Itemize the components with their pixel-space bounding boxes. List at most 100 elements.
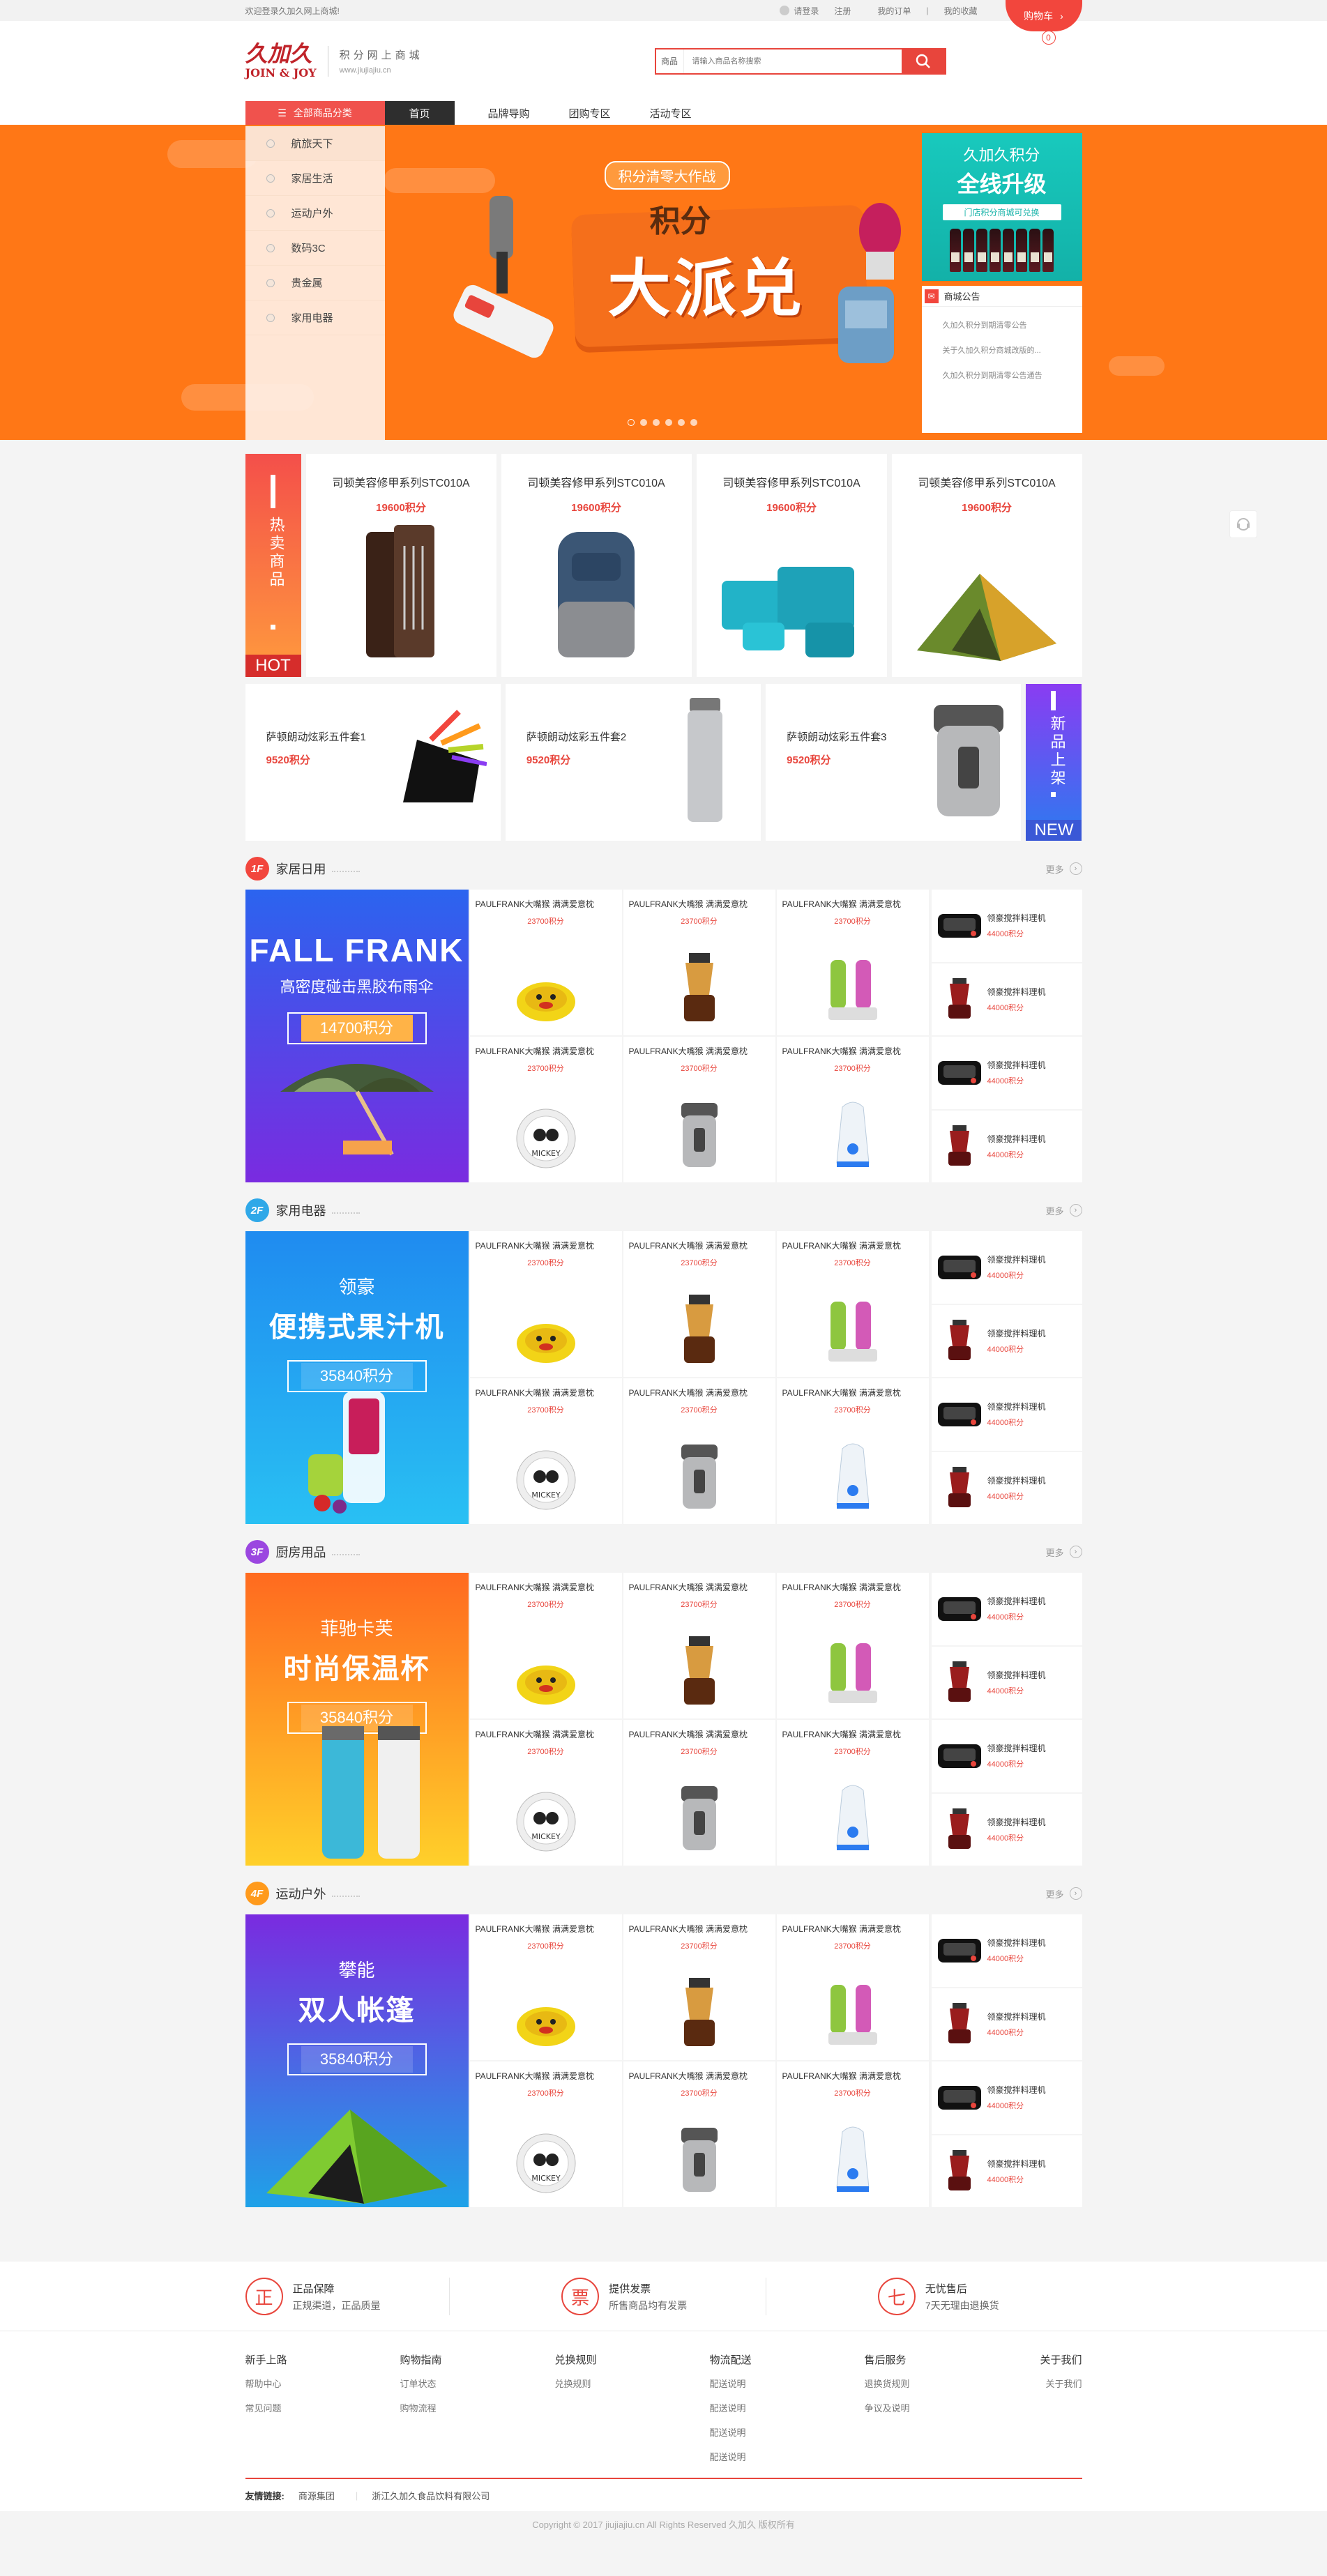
carousel-dot[interactable] — [690, 419, 697, 426]
grid-product[interactable]: PAULFRANK大嘴猴 满满爱意枕 23700积分 — [623, 2061, 775, 2207]
footer-link[interactable]: 订单状态 — [400, 2377, 555, 2390]
product-card[interactable]: 司顿美容修甲系列STC010A 19600积分 — [501, 454, 692, 677]
carousel-dot[interactable] — [665, 419, 672, 426]
grid-product[interactable]: PAULFRANK大嘴猴 满满爱意枕 23700积分 MICKEY — [469, 1720, 622, 1866]
grid-product[interactable]: PAULFRANK大嘴猴 满满爱意枕 23700积分 — [469, 1231, 622, 1377]
footer-link[interactable]: 争议及说明 — [865, 2401, 1019, 2414]
product-card[interactable]: 司顿美容修甲系列STC010A 19600积分 — [305, 454, 496, 677]
hero-banner[interactable]: 航旅天下 家居生活 运动户外 数码3C 贵金属 家用电器 积分清零大作战 积分 … — [0, 126, 1327, 440]
category-item[interactable]: 运动户外 — [245, 196, 385, 231]
product-card[interactable]: 萨顿朗动炫彩五件套1 9520积分 — [245, 684, 501, 841]
side-product[interactable]: 领豪搅拌料理机 44000积分 — [931, 1646, 1082, 1718]
footer-link[interactable]: 配送说明 — [710, 2450, 865, 2463]
grid-product[interactable]: PAULFRANK大嘴猴 满满爱意枕 23700积分 — [623, 1378, 775, 1524]
search-category[interactable]: 商品 — [656, 49, 684, 73]
nav-brands[interactable]: 品牌导购 — [455, 101, 549, 125]
grid-product[interactable]: PAULFRANK大嘴猴 满满爱意枕 23700积分 — [776, 1037, 929, 1182]
more-link[interactable]: 更多 › — [1045, 1546, 1082, 1559]
side-product[interactable]: 领豪搅拌料理机 44000积分 — [931, 2061, 1082, 2134]
my-orders-link[interactable]: 我的订单 — [877, 5, 911, 17]
grid-product[interactable]: PAULFRANK大嘴猴 满满爱意枕 23700积分 — [776, 1231, 929, 1377]
nav-home[interactable]: 首页 — [384, 101, 455, 125]
notice-item[interactable]: 久加久积分到期清零公告通告 — [943, 369, 1082, 381]
product-card[interactable]: 司顿美容修甲系列STC010A 19600积分 — [696, 454, 887, 677]
side-product[interactable]: 领豪搅拌料理机 44000积分 — [931, 1793, 1082, 1866]
footer-link[interactable]: 常见问题 — [245, 2401, 400, 2414]
side-product[interactable]: 领豪搅拌料理机 44000积分 — [931, 1110, 1082, 1182]
carousel-dot[interactable] — [627, 419, 635, 426]
upgrade-ad[interactable]: 久加久积分 全线升级 门店积分商城可兑换 — [921, 133, 1082, 281]
product-card[interactable]: 司顿美容修甲系列STC010A 19600积分 — [891, 454, 1082, 677]
grid-product[interactable]: PAULFRANK大嘴猴 满满爱意枕 23700积分 — [623, 1720, 775, 1866]
grid-product[interactable]: PAULFRANK大嘴猴 满满爱意枕 23700积分 — [469, 890, 622, 1035]
grid-product[interactable]: PAULFRANK大嘴猴 满满爱意枕 23700积分 MICKEY — [469, 2061, 622, 2207]
more-link[interactable]: 更多 › — [1045, 862, 1082, 876]
grid-product[interactable]: PAULFRANK大嘴猴 满满爱意枕 23700积分 — [469, 1914, 622, 2060]
grid-product[interactable]: PAULFRANK大嘴猴 满满爱意枕 23700积分 — [776, 1573, 929, 1718]
category-item[interactable]: 家用电器 — [245, 300, 385, 335]
footer-link[interactable]: 兑换规则 — [555, 2377, 710, 2390]
carousel-dot[interactable] — [677, 419, 685, 426]
footer-link[interactable]: 退换货规则 — [865, 2377, 1019, 2390]
side-product[interactable]: 领豪搅拌料理机 44000积分 — [931, 2135, 1082, 2207]
floor-banner[interactable]: 领豪 便携式果汁机 35840积分 — [245, 1231, 469, 1524]
carousel-dot[interactable] — [639, 419, 647, 426]
category-item[interactable]: 贵金属 — [245, 266, 385, 300]
side-product[interactable]: 领豪搅拌料理机 44000积分 — [931, 1914, 1082, 1987]
footer-link[interactable]: 配送说明 — [710, 2425, 865, 2439]
search-input[interactable] — [683, 49, 902, 73]
grid-product[interactable]: PAULFRANK大嘴猴 满满爱意枕 23700积分 — [776, 2061, 929, 2207]
nav-events[interactable]: 活动专区 — [630, 101, 711, 125]
footer-link[interactable]: 关于我们 — [1019, 2377, 1082, 2390]
notice-item[interactable]: 关于久加久积分商城改版的... — [943, 344, 1082, 356]
grid-product[interactable]: PAULFRANK大嘴猴 满满爱意枕 23700积分 — [623, 1914, 775, 2060]
category-item[interactable]: 家居生活 — [245, 161, 385, 196]
nav-group-buy[interactable]: 团购专区 — [549, 101, 630, 125]
grid-product[interactable]: PAULFRANK大嘴猴 满满爱意枕 23700积分 MICKEY — [469, 1378, 622, 1524]
product-card[interactable]: 萨顿朗动炫彩五件套2 9520积分 — [505, 684, 761, 841]
grid-product[interactable]: PAULFRANK大嘴猴 满满爱意枕 23700积分 — [623, 890, 775, 1035]
grid-product[interactable]: PAULFRANK大嘴猴 满满爱意枕 23700积分 — [623, 1231, 775, 1377]
floor-banner[interactable]: 攀能 双人帐篷 35840积分 — [245, 1914, 469, 2207]
side-product[interactable]: 领豪搅拌料理机 44000积分 — [931, 963, 1082, 1035]
grid-product[interactable]: PAULFRANK大嘴猴 满满爱意枕 23700积分 — [776, 1720, 929, 1866]
side-product[interactable]: 领豪搅拌料理机 44000积分 — [931, 1451, 1082, 1524]
register-link[interactable]: 注册 — [834, 5, 851, 17]
footer-link[interactable]: 购物流程 — [400, 2401, 555, 2414]
search-button[interactable] — [901, 49, 945, 73]
product-card[interactable]: 萨顿朗动炫彩五件套3 9520积分 — [766, 684, 1022, 841]
grid-product[interactable]: PAULFRANK大嘴猴 满满爱意枕 23700积分 — [776, 890, 929, 1035]
grid-product[interactable]: PAULFRANK大嘴猴 满满爱意枕 23700积分 MICKEY — [469, 1037, 622, 1182]
friend-link[interactable]: 商源集团 — [298, 2489, 335, 2502]
grid-product[interactable]: PAULFRANK大嘴猴 满满爱意枕 23700积分 — [623, 1573, 775, 1718]
floor-banner[interactable]: 菲驰卡芙 时尚保温杯 35840积分 — [245, 1573, 469, 1866]
side-product[interactable]: 领豪搅拌料理机 44000积分 — [931, 1720, 1082, 1792]
side-product[interactable]: 领豪搅拌料理机 44000积分 — [931, 1037, 1082, 1109]
side-product[interactable]: 领豪搅拌料理机 44000积分 — [931, 1231, 1082, 1304]
more-link[interactable]: 更多 › — [1045, 1204, 1082, 1217]
notice-item[interactable]: 久加久积分到期清零公告 — [943, 319, 1082, 330]
carousel-dot[interactable] — [652, 419, 660, 426]
grid-product[interactable]: PAULFRANK大嘴猴 满满爱意枕 23700积分 — [469, 1573, 622, 1718]
footer-link[interactable]: 配送说明 — [710, 2401, 865, 2414]
grid-product[interactable]: PAULFRANK大嘴猴 满满爱意枕 23700积分 — [776, 1914, 929, 2060]
more-link[interactable]: 更多 › — [1045, 1887, 1082, 1900]
footer-link[interactable]: 帮助中心 — [245, 2377, 400, 2390]
side-product[interactable]: 领豪搅拌料理机 44000积分 — [931, 1988, 1082, 2060]
all-categories-button[interactable]: ☰ 全部商品分类 — [245, 101, 385, 125]
category-item[interactable]: 航旅天下 — [245, 126, 385, 161]
friend-link[interactable]: 浙江久加久食品饮料有限公司 — [372, 2489, 490, 2502]
side-product[interactable]: 领豪搅拌料理机 44000积分 — [931, 1304, 1082, 1377]
floor-banner[interactable]: FALL FRANK 高密度碰击黑胶布雨伞 14700积分 — [245, 890, 469, 1182]
login-link[interactable]: 请登录 — [794, 5, 819, 17]
chat-float-button[interactable] — [1229, 510, 1257, 538]
side-product[interactable]: 领豪搅拌料理机 44000积分 — [931, 1573, 1082, 1645]
grid-product[interactable]: PAULFRANK大嘴猴 满满爱意枕 23700积分 — [776, 1378, 929, 1524]
grid-product[interactable]: PAULFRANK大嘴猴 满满爱意枕 23700积分 — [623, 1037, 775, 1182]
footer-link[interactable]: 配送说明 — [710, 2377, 865, 2390]
logo[interactable]: 久加久 JOIN & JOY 积分网上商城 www.jiujiajiu.cn — [245, 43, 423, 79]
my-favorites-link[interactable]: 我的收藏 — [943, 5, 977, 17]
category-item[interactable]: 数码3C — [245, 231, 385, 266]
side-product[interactable]: 领豪搅拌料理机 44000积分 — [931, 890, 1082, 962]
side-product[interactable]: 领豪搅拌料理机 44000积分 — [931, 1378, 1082, 1451]
